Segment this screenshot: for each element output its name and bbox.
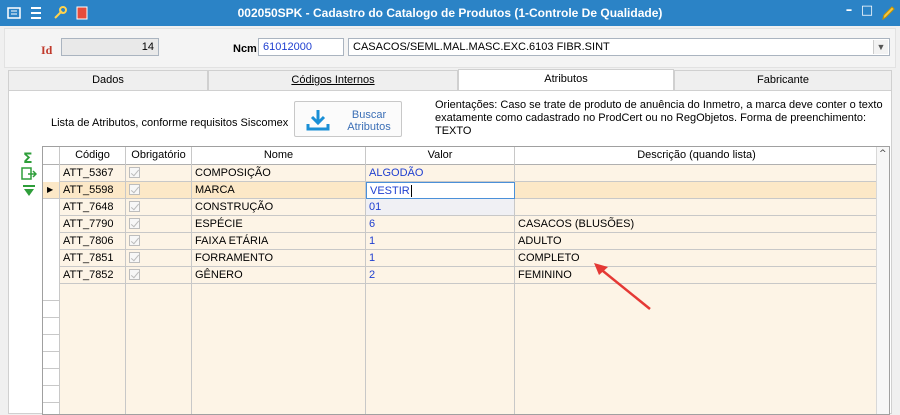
tab-fabricante-label: Fabricante [757, 74, 809, 86]
lista-atributos-label: Lista de Atributos, conforme requisitos … [51, 117, 289, 129]
ncm-description-value: CASACOS/SEML.MAL.MASC.EXC.6103 FIBR.SINT [353, 41, 610, 53]
tab-dados[interactable]: Dados [8, 70, 208, 90]
cell-descricao [515, 182, 878, 199]
annotation-arrow-icon [594, 263, 651, 310]
cell-obrigatorio[interactable] [126, 216, 192, 233]
col-descricao[interactable]: Descrição (quando lista) [515, 147, 878, 165]
current-row-indicator-icon: ▶ [43, 182, 60, 199]
text-cursor [410, 185, 412, 197]
table-row-selected[interactable]: ▶ ATT_5598 MARCA VESTIR [43, 182, 878, 199]
cell-nome: COMPOSIÇÃO [192, 165, 366, 182]
cell-codigo: ATT_5598 [60, 182, 126, 199]
atributos-panel: Lista de Atributos, conforme requisitos … [8, 90, 892, 415]
tab-dados-label: Dados [92, 74, 124, 86]
cell-nome: ESPÉCIE [192, 216, 366, 233]
buscar-label-line2: Atributos [347, 121, 391, 133]
id-label: Id [41, 43, 53, 57]
cell-obrigatorio[interactable] [126, 165, 192, 182]
checkbox-checked[interactable] [129, 269, 140, 280]
id-field: 14 [61, 38, 159, 56]
cell-codigo: ATT_7851 [60, 250, 126, 267]
cell-nome: GÊNERO [192, 267, 366, 284]
col-valor[interactable]: Valor [366, 147, 515, 165]
export-icon[interactable] [21, 167, 37, 181]
tab-atributos-label: Atributos [544, 73, 588, 85]
move-last-icon[interactable] [21, 184, 37, 198]
cell-valor[interactable]: 2 [366, 267, 515, 284]
download-icon [306, 110, 330, 131]
title-bar: 002050SPK - Cadastro do Catalogo de Prod… [0, 0, 900, 26]
maximize-icon[interactable]: □ [858, 3, 876, 21]
grid-header: Código Obrigatório Nome Valor Descrição … [43, 147, 878, 165]
table-row[interactable]: ATT_7806 FAIXA ETÁRIA 1 ADULTO [43, 233, 878, 250]
cell-valor[interactable]: 6 [366, 216, 515, 233]
cell-obrigatorio[interactable] [126, 267, 192, 284]
cell-codigo: ATT_7648 [60, 199, 126, 216]
cell-nome: FORRAMENTO [192, 250, 366, 267]
col-obrigatorio[interactable]: Obrigatório [126, 147, 192, 165]
col-nome[interactable]: Nome [192, 147, 366, 165]
ncm-code-field[interactable]: 61012000 [258, 38, 344, 56]
orientacoes-text: Orientações: Caso se trate de produto de… [435, 99, 883, 137]
cell-obrigatorio[interactable] [126, 233, 192, 250]
cell-valor[interactable]: 1 [366, 250, 515, 267]
cell-obrigatorio[interactable] [126, 182, 192, 199]
table-row[interactable]: ATT_7648 CONSTRUÇÃO 01 [43, 199, 878, 216]
cell-nome: FAIXA ETÁRIA [192, 233, 366, 250]
cell-descricao: FEMININO [515, 267, 878, 284]
cell-descricao: CASACOS (BLUSÕES) [515, 216, 878, 233]
sum-icon[interactable]: Σ [21, 151, 37, 165]
cell-codigo: ATT_7852 [60, 267, 126, 284]
col-codigo[interactable]: Código [60, 147, 126, 165]
cell-descricao: COMPLETO [515, 250, 878, 267]
checkbox-checked[interactable] [129, 235, 140, 246]
cell-codigo: ATT_7806 [60, 233, 126, 250]
cell-descricao [515, 165, 878, 182]
table-row[interactable]: ATT_7790 ESPÉCIE 6 CASACOS (BLUSÕES) [43, 216, 878, 233]
cell-nome: MARCA [192, 182, 366, 199]
cell-valor[interactable]: ALGODÃO [366, 165, 515, 182]
buscar-atributos-label: Buscar Atributos [339, 109, 399, 133]
cell-codigo: ATT_7790 [60, 216, 126, 233]
checkbox-checked[interactable] [129, 201, 140, 212]
pencil-icon[interactable] [880, 5, 896, 21]
cell-codigo: ATT_5367 [60, 165, 126, 182]
checkbox-checked[interactable] [129, 218, 140, 229]
tab-codigos-internos[interactable]: Códigos Internos [208, 70, 458, 90]
header-panel: Id 14 Ncm 61012000 CASACOS/SEML.MAL.MASC… [4, 28, 896, 68]
cell-valor-editing[interactable]: VESTIR [366, 182, 515, 199]
ncm-label: Ncm [233, 43, 257, 55]
scroll-up-icon[interactable]: ^ [879, 149, 887, 159]
table-row[interactable]: ATT_7852 GÊNERO 2 FEMININO [43, 267, 878, 284]
chevron-down-icon[interactable]: ▼ [873, 40, 888, 54]
tab-bar: Dados Códigos Internos Atributos Fabrica… [8, 69, 892, 91]
row-indicator-stripes [43, 284, 59, 414]
checkbox-checked[interactable] [129, 184, 140, 195]
vertical-scrollbar[interactable]: ^ [876, 147, 889, 414]
atributos-grid[interactable]: Código Obrigatório Nome Valor Descrição … [42, 146, 890, 415]
cell-valor-edit-text: VESTIR [370, 185, 410, 197]
checkbox-checked[interactable] [129, 167, 140, 178]
checkbox-checked[interactable] [129, 252, 140, 263]
svg-text:Σ: Σ [23, 151, 33, 165]
ncm-code-value: 61012000 [263, 41, 312, 53]
buscar-atributos-button[interactable]: Buscar Atributos [294, 101, 402, 137]
table-row[interactable]: ATT_5367 COMPOSIÇÃO ALGODÃO [43, 165, 878, 182]
cell-obrigatorio[interactable] [126, 199, 192, 216]
ncm-description-combo[interactable]: CASACOS/SEML.MAL.MASC.EXC.6103 FIBR.SINT… [348, 38, 890, 56]
cell-obrigatorio[interactable] [126, 250, 192, 267]
cell-nome: CONSTRUÇÃO [192, 199, 366, 216]
cell-descricao [515, 199, 878, 216]
window-title: 002050SPK - Cadastro do Catalogo de Prod… [237, 6, 663, 20]
table-row[interactable]: ATT_7851 FORRAMENTO 1 COMPLETO [43, 250, 878, 267]
tab-atributos[interactable]: Atributos [458, 69, 674, 91]
tab-codigos-internos-label: Códigos Internos [291, 74, 375, 86]
cell-valor[interactable]: 01 [366, 199, 515, 216]
cell-valor[interactable]: 1 [366, 233, 515, 250]
row-indicator-header [43, 147, 60, 165]
minimize-icon[interactable]: – [840, 3, 858, 21]
tab-fabricante[interactable]: Fabricante [674, 70, 892, 90]
buscar-label-line1: Buscar [351, 109, 387, 121]
cell-descricao: ADULTO [515, 233, 878, 250]
